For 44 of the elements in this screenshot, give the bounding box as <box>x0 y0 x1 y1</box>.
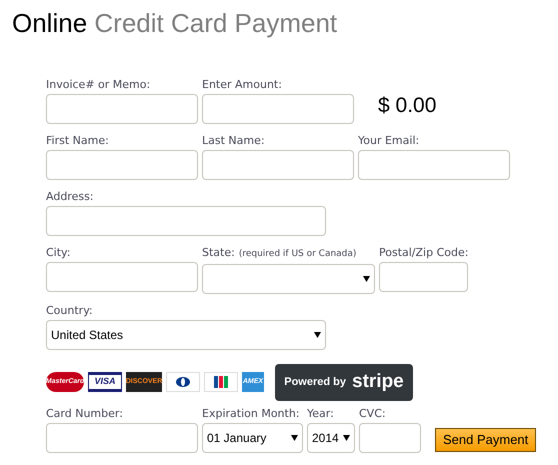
input-field[interactable] <box>379 262 468 292</box>
dropdown[interactable] <box>202 264 375 294</box>
field-note: (required if US or Canada) <box>238 248 356 261</box>
dropdown-value: 01 January <box>207 430 266 446</box>
input-field[interactable] <box>202 94 354 124</box>
input-field[interactable] <box>46 422 198 452</box>
input-field[interactable] <box>202 150 354 180</box>
field-label: CVC: <box>359 406 386 420</box>
input-field[interactable] <box>46 206 326 236</box>
page-title: Online Credit Card Payment <box>11 7 338 40</box>
caret-icon <box>363 276 370 282</box>
field-label: City: <box>46 246 70 260</box>
dropdown[interactable]: United States <box>46 320 326 350</box>
diners-icon <box>176 377 190 387</box>
dropdown-value: United States <box>51 326 124 344</box>
field-label: State: <box>202 246 235 260</box>
field-label: Enter Amount: <box>202 78 282 92</box>
dropdown-value: 2014 <box>312 430 339 446</box>
input-field[interactable] <box>46 150 198 180</box>
dropdown[interactable]: 2014 <box>307 422 355 452</box>
caret-icon <box>343 434 350 440</box>
badge-text: Powered by <box>284 374 346 390</box>
field-label: Country: <box>46 304 93 318</box>
field-label: Your Email: <box>358 134 420 148</box>
field-label: Postal/Zip Code: <box>379 246 468 260</box>
amount-display: $ 0.00 <box>378 92 436 118</box>
dropdown[interactable]: 01 January <box>202 422 303 452</box>
field-label: Address: <box>46 190 94 204</box>
input-field[interactable] <box>46 94 198 124</box>
caret-icon <box>291 434 298 440</box>
input-field[interactable] <box>358 150 510 180</box>
field-label: Year: <box>307 406 334 420</box>
jcb-icon <box>214 376 228 388</box>
field-label: Last Name: <box>202 134 265 148</box>
input-field[interactable] <box>359 422 421 452</box>
field-label: Expiration Month: <box>202 406 300 420</box>
caret-icon <box>314 332 321 338</box>
visa-logo: VISA <box>88 372 122 392</box>
field-label: Card Number: <box>46 406 123 420</box>
input-field[interactable] <box>46 262 198 292</box>
stripe-wordmark: stripe <box>352 370 404 394</box>
send-payment-button[interactable]: Send Payment <box>435 428 536 452</box>
field-label: Invoice# or Memo: <box>46 78 150 92</box>
field-label: First Name: <box>46 134 109 148</box>
